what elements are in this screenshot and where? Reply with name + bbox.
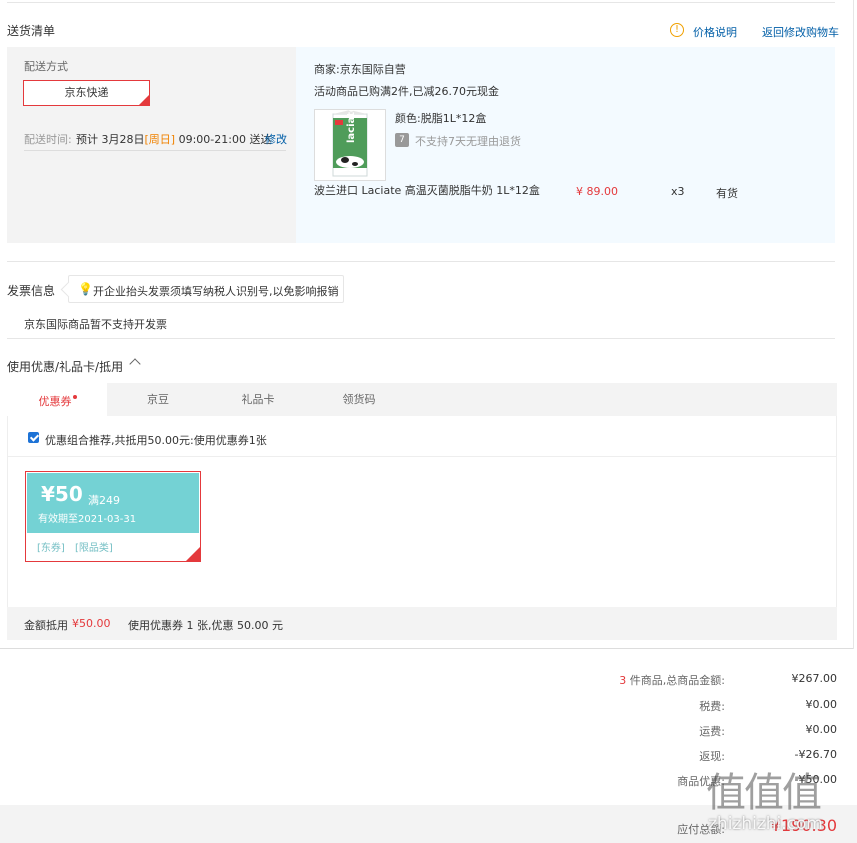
ship-time-label: 配送时间: — [24, 133, 72, 146]
coupon-face: ¥50 满249 有效期至2021-03-31 — [27, 473, 199, 533]
coupon-valid: 有效期至2021-03-31 — [38, 514, 137, 525]
product-name[interactable]: 波兰进口 Laciate 高温灭菌脱脂牛奶 1L*12盒 — [314, 182, 540, 198]
freight-amount: ¥0.00 — [805, 723, 838, 736]
recommend-checkbox[interactable] — [28, 432, 39, 443]
milk-carton-icon: laciate — [332, 105, 368, 177]
watermark-url: zhizhizhi.com — [708, 814, 823, 834]
modify-time-link[interactable]: 修改 — [265, 131, 287, 147]
watermark-logo: 值值值 — [706, 770, 822, 816]
ship-time-divider — [24, 150, 286, 151]
merchant-name: 商家:京东国际自营 — [314, 63, 406, 76]
invoice-tip-text: 开企业抬头发票须填写纳税人识别号,以免影响报销 — [93, 285, 339, 298]
coupon-tag-jd: [东券] — [37, 543, 65, 554]
invoice-note: 京东国际商品暂不支持开发票 — [24, 318, 167, 331]
discount-bottom-divider — [0, 648, 853, 649]
product-stock: 有货 — [716, 187, 738, 200]
section-title-delivery: 送货清单 — [7, 24, 56, 38]
invoice-tip: 💡 开企业抬头发票须填写纳税人识别号,以免影响报销 — [68, 275, 344, 303]
tab-jingdou[interactable]: 京豆 — [108, 383, 208, 416]
freight-label: 运费: — [699, 725, 725, 738]
total-label-text: 件商品,总商品金额: — [629, 674, 725, 687]
delivery-divider — [7, 261, 835, 262]
coupon-card[interactable]: ¥50 满249 有效期至2021-03-31 [东券] [限品类] — [25, 471, 201, 562]
ship-time-prefix: 预计 3月28日 — [76, 133, 145, 146]
back-to-cart-link[interactable]: 返回修改购物车 — [762, 24, 839, 40]
summary-label: 金额抵用 — [24, 619, 68, 632]
ship-method-label: 配送方式 — [24, 60, 68, 73]
coupon-amount: ¥50 — [41, 482, 83, 506]
ship-time: 预计 3月28日[周日] 09:00-21:00 送达 — [76, 131, 271, 147]
price-note-link[interactable]: 价格说明 — [693, 24, 737, 40]
coupon-tag-category: [限品类] — [75, 543, 113, 554]
tab-coupon[interactable]: 优惠券 — [7, 383, 107, 416]
promo-note: 活动商品已购满2件,已减26.70元现金 — [314, 85, 499, 98]
recommend-divider — [7, 456, 837, 457]
carton-brand-text: laciate — [346, 110, 357, 143]
product-image[interactable]: laciate — [314, 105, 386, 181]
tax-label: 税费: — [699, 700, 725, 713]
ship-time-day: [周日] — [144, 133, 176, 146]
summary-amount: ¥50.00 — [72, 617, 111, 630]
info-icon: ! — [670, 23, 684, 37]
tab-pickup-code[interactable]: 领货码 — [309, 383, 409, 416]
discount-tabs: 优惠券 京豆 礼品卡 领货码 — [7, 383, 837, 416]
tab-giftcard[interactable]: 礼品卡 — [208, 383, 308, 416]
top-divider — [7, 2, 835, 3]
item-count: 3 — [619, 674, 627, 687]
right-border — [853, 0, 854, 649]
discount-title[interactable]: 使用优惠/礼品卡/抵用 — [7, 358, 123, 375]
tax-amount: ¥0.00 — [805, 698, 838, 711]
discount-summary-bar: 金额抵用 ¥50.00 使用优惠券 1 张,优惠 50.00 元 — [7, 607, 837, 640]
coupon-condition: 满249 — [88, 494, 120, 507]
invoice-title: 发票信息 — [7, 284, 56, 298]
summary-text: 使用优惠券 1 张,优惠 50.00 元 — [128, 619, 283, 632]
selected-corner-icon — [139, 95, 149, 105]
ship-method-value: 京东快递 — [64, 86, 109, 99]
ship-time-suffix: 09:00-21:00 送达 — [178, 133, 272, 146]
new-dot-icon — [72, 395, 77, 399]
tab-coupon-label: 优惠券 — [38, 395, 72, 408]
return-note: 不支持7天无理由退货 — [415, 135, 521, 148]
product-qty: x3 — [671, 185, 685, 198]
product-price: ¥ 89.00 — [576, 185, 618, 198]
coupon-selected-corner-icon — [186, 547, 200, 561]
total-count-label: 3 件商品,总商品金额: — [619, 672, 725, 688]
lightbulb-icon: 💡 — [78, 282, 93, 296]
product-color: 颜色:脱脂1L*12盒 — [395, 112, 487, 125]
total-amount: ¥267.00 — [791, 672, 838, 685]
ship-method-button[interactable]: 京东快递 — [23, 80, 150, 106]
chevron-up-icon[interactable] — [129, 358, 141, 370]
invoice-divider — [7, 338, 835, 339]
no-return-icon: 7 — [395, 133, 409, 147]
recommend-text: 优惠组合推荐,共抵用50.00元:使用优惠券1张 — [45, 434, 267, 447]
